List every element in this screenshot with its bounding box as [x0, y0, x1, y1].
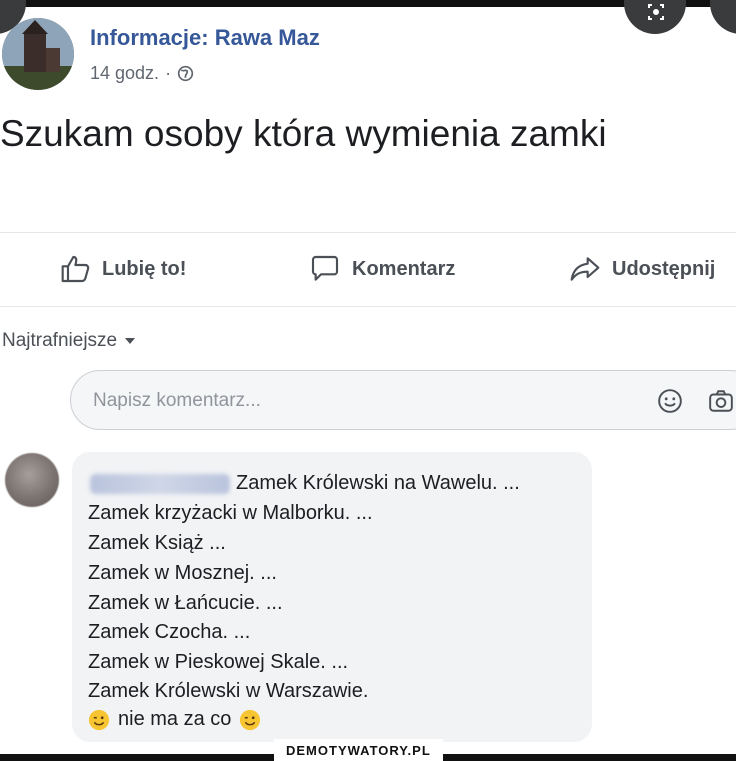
lens-search-button[interactable] — [624, 0, 686, 34]
comment-line-4: Zamek w Mosznej. ... — [88, 562, 277, 584]
wink-emoji-icon — [240, 709, 261, 730]
page-avatar[interactable] — [2, 18, 74, 90]
comment-sort-dropdown[interactable]: Najtrafniejsze — [2, 330, 136, 352]
share-arrow-icon — [570, 257, 600, 281]
like-button[interactable]: Lubię to! — [60, 253, 186, 285]
commenter-name-blurred[interactable] — [90, 474, 230, 494]
commenter-avatar[interactable] — [5, 453, 59, 507]
share-button[interactable]: Udostępnij — [568, 253, 715, 285]
like-label: Lubię to! — [102, 257, 187, 280]
post-author-link[interactable]: Informacje: Rawa Maz — [90, 25, 320, 51]
meta-separator: · — [165, 63, 172, 83]
castle-tower-image — [2, 18, 74, 90]
globe-icon — [177, 65, 194, 82]
comment-line-6: Zamek Czocha. ... — [88, 621, 251, 643]
share-label: Udostępnij — [612, 257, 716, 280]
emoji-icon[interactable] — [657, 388, 683, 414]
comment-line-3: Zamek Książ ... — [88, 532, 226, 554]
comment-closing-line: nie ma za co — [88, 708, 261, 731]
closing-text: nie ma za co — [118, 708, 232, 730]
watermark-label: DEMOTYWATORY.PL — [274, 739, 443, 761]
comment-line-8: Zamek Królewski w Warszawie. — [88, 680, 369, 702]
comment-line-7: Zamek w Pieskowej Skale. ... — [88, 651, 349, 673]
divider-top — [0, 232, 736, 233]
more-options-button[interactable] — [710, 0, 736, 34]
comment-line-2: Zamek krzyżacki w Malborku. ... — [88, 502, 373, 524]
wink-emoji-icon — [88, 709, 110, 730]
sort-label: Najtrafniejsze — [2, 330, 118, 351]
comment-button[interactable]: Komentarz — [308, 253, 455, 285]
comment-input[interactable] — [93, 387, 613, 415]
comment-line-1: Zamek Królewski na Wawelu. ... — [236, 472, 520, 494]
speech-bubble-icon — [311, 255, 339, 281]
post-meta: 14 godz. · — [90, 63, 194, 84]
camera-icon[interactable] — [707, 388, 735, 414]
comment-composer[interactable] — [70, 370, 736, 430]
post-text: Szukam osoby która wymienia zamki — [0, 113, 607, 154]
post-timestamp[interactable]: 14 godz. — [90, 63, 159, 84]
caret-down-icon — [125, 338, 136, 344]
comment-line-5: Zamek w Łańcucie. ... — [88, 592, 283, 614]
divider-bottom — [0, 306, 736, 307]
comment-label: Komentarz — [352, 257, 456, 280]
lens-icon — [648, 4, 664, 20]
thumbs-up-icon — [61, 255, 90, 283]
